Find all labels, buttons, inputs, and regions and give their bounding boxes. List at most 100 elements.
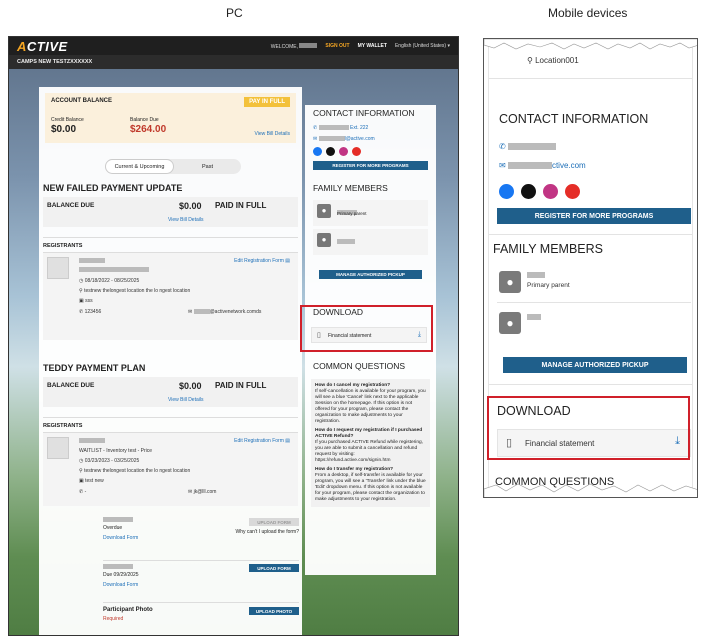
member-name <box>527 270 545 279</box>
family-title: FAMILY MEMBERS <box>313 183 388 193</box>
form-item: Overdue Download Form UPLOAD FORM Why ca… <box>103 517 299 547</box>
contact-phone[interactable]: ✆ Ext. 222 <box>313 125 368 131</box>
facebook-icon[interactable] <box>313 147 322 156</box>
email-icon: ✉ <box>188 309 193 315</box>
divider <box>43 417 298 418</box>
divider <box>43 237 298 238</box>
upload-photo-button[interactable]: UPLOAD PHOTO <box>249 607 299 615</box>
download-highlight <box>300 305 433 352</box>
calendar-icon: ◷ <box>79 278 84 284</box>
sign-out-link[interactable]: SIGN OUT <box>325 43 349 49</box>
common-questions-title: COMMON QUESTIONS <box>313 361 406 371</box>
session-tabs: Current & Upcoming Past <box>105 159 241 174</box>
tab-past[interactable]: Past <box>174 159 241 174</box>
phone-icon: ✆ <box>79 489 84 495</box>
register-more-programs-button[interactable]: REGISTER FOR MORE PROGRAMS <box>313 161 428 170</box>
facebook-icon[interactable] <box>499 184 514 199</box>
view-bill-details-link[interactable]: View Bill Details <box>255 131 290 137</box>
info-icon: ▣ <box>79 478 84 484</box>
register-more-programs-button[interactable]: REGISTER FOR MORE PROGRAMS <box>497 208 691 224</box>
tab-current-upcoming[interactable]: Current & Upcoming <box>105 159 174 174</box>
contact-email[interactable]: ✉ ctive.com <box>499 161 586 170</box>
phone-icon: ✆ <box>499 142 506 151</box>
session-location: ⚲ testnew thelongest location the lo nge… <box>79 288 191 294</box>
contact-phone[interactable]: ✆ <box>499 142 556 151</box>
account-name: CAMPS NEW TESTZXXXXXX <box>9 55 458 69</box>
order-title: NEW FAILED PAYMENT UPDATE <box>43 183 183 193</box>
balance-due-label: BALANCE DUE <box>47 202 95 209</box>
contact-title: CONTACT INFORMATION <box>313 108 415 118</box>
contact-title: CONTACT INFORMATION <box>499 112 649 126</box>
registrant-card: Edit Registration Form ▤ WAITLIST - Inve… <box>43 432 298 506</box>
pay-in-full-button[interactable]: PAY IN FULL <box>244 97 290 107</box>
x-icon[interactable] <box>521 184 536 199</box>
divider <box>489 78 692 79</box>
divider <box>489 234 692 235</box>
avatar <box>47 257 69 279</box>
download-form-link[interactable]: Download Form <box>103 582 138 588</box>
registrant-card: Edit Registration Form ▤ ◷ 08/18/2022 - … <box>43 252 298 340</box>
member-name <box>337 233 355 251</box>
registrant-phone[interactable]: ✆ - <box>79 489 86 495</box>
download-form-link[interactable]: Download Form <box>103 535 138 541</box>
order-amount: $0.00 <box>179 201 202 211</box>
family-title: FAMILY MEMBERS <box>493 242 603 256</box>
family-member[interactable]: ● <box>313 229 428 255</box>
session-extra: ▣ sss <box>79 298 93 304</box>
my-wallet-link[interactable]: MY WALLET <box>358 43 387 49</box>
youtube-icon[interactable] <box>352 147 361 156</box>
mobile-caption: Mobile devices <box>548 6 628 20</box>
language-select[interactable]: English (United States) ▾ <box>395 43 450 49</box>
photo-item: Participant Photo Required UPLOAD PHOTO <box>103 602 299 628</box>
registrants-label: REGISTRANTS <box>43 423 83 429</box>
photo-status: Required <box>103 616 124 622</box>
session-extra: ▣ test new <box>79 478 104 484</box>
instagram-icon[interactable] <box>543 184 558 199</box>
member-role: Primary parent <box>527 282 570 289</box>
top-nav: WELCOME, SIGN OUT MY WALLET English (Uni… <box>271 42 450 50</box>
program-name: WAITLIST - Inventory test - Price <box>79 448 153 454</box>
photo-title: Participant Photo <box>103 607 153 613</box>
edit-registration-form-link[interactable]: Edit Registration Form ▤ <box>234 258 290 264</box>
faq-list: How do I cancel my registration? If self… <box>311 379 430 507</box>
registrant-name <box>79 258 105 264</box>
torn-edge-bottom <box>484 483 697 497</box>
edit-registration-form-link[interactable]: Edit Registration Form ▤ <box>234 438 290 444</box>
manage-authorized-pickup-button[interactable]: MANAGE AUTHORIZED PICKUP <box>503 357 687 373</box>
member-name <box>527 312 541 321</box>
member-role: Primary parent <box>337 211 367 216</box>
registrant-email[interactable]: ✉ @activenetwork.comds <box>188 309 261 315</box>
upload-form-button[interactable]: UPLOAD FORM <box>249 518 299 526</box>
form-status: Overdue <box>103 525 123 531</box>
order-balance-box: BALANCE DUE $0.00 PAID IN FULL View Bill… <box>43 377 298 407</box>
person-icon: ● <box>499 312 521 334</box>
location-pin-icon: ⚲ <box>79 468 83 474</box>
email-icon: ✉ <box>499 161 506 170</box>
download-highlight <box>487 396 690 460</box>
faq-answer: From a desktop, if self-transfer is avai… <box>315 473 426 502</box>
contact-email[interactable]: ✉ l@active.com <box>313 136 375 142</box>
faq-answer: If you purchased ACTIVE Refund while reg… <box>315 440 423 463</box>
credit-balance-label: Credit Balance <box>51 117 84 123</box>
manage-authorized-pickup-button[interactable]: MANAGE AUTHORIZED PICKUP <box>319 270 422 279</box>
person-icon: ● <box>499 271 521 293</box>
x-icon[interactable] <box>326 147 335 156</box>
upload-form-button[interactable]: UPLOAD FORM <box>249 564 299 572</box>
family-member[interactable]: ● Primary parent <box>313 200 428 226</box>
account-balance-card: ACCOUNT BALANCE PAY IN FULL Credit Balan… <box>45 93 296 143</box>
registrant-name <box>79 438 105 444</box>
balance-due-value: $264.00 <box>130 124 167 135</box>
registrant-phone[interactable]: ✆ 123456 <box>79 309 101 315</box>
social-icons <box>499 184 580 199</box>
main-column: ACCOUNT BALANCE PAY IN FULL Credit Balan… <box>39 87 302 635</box>
registrant-email[interactable]: ✉ jk@lll.com <box>188 489 216 495</box>
top-bar: ACTIVE WELCOME, SIGN OUT MY WALLET Engli… <box>9 37 458 55</box>
active-logo[interactable]: ACTIVE <box>17 39 68 54</box>
phone-icon: ✆ <box>79 309 84 315</box>
instagram-icon[interactable] <box>339 147 348 156</box>
faq-question: How do I request my registration if I pu… <box>315 428 423 439</box>
view-bill-details-link[interactable]: View Bill Details <box>168 397 203 403</box>
youtube-icon[interactable] <box>565 184 580 199</box>
session-dates: ◷ 03/23/2023 - 03/25/2025 <box>79 458 140 464</box>
view-bill-details-link[interactable]: View Bill Details <box>168 217 203 223</box>
